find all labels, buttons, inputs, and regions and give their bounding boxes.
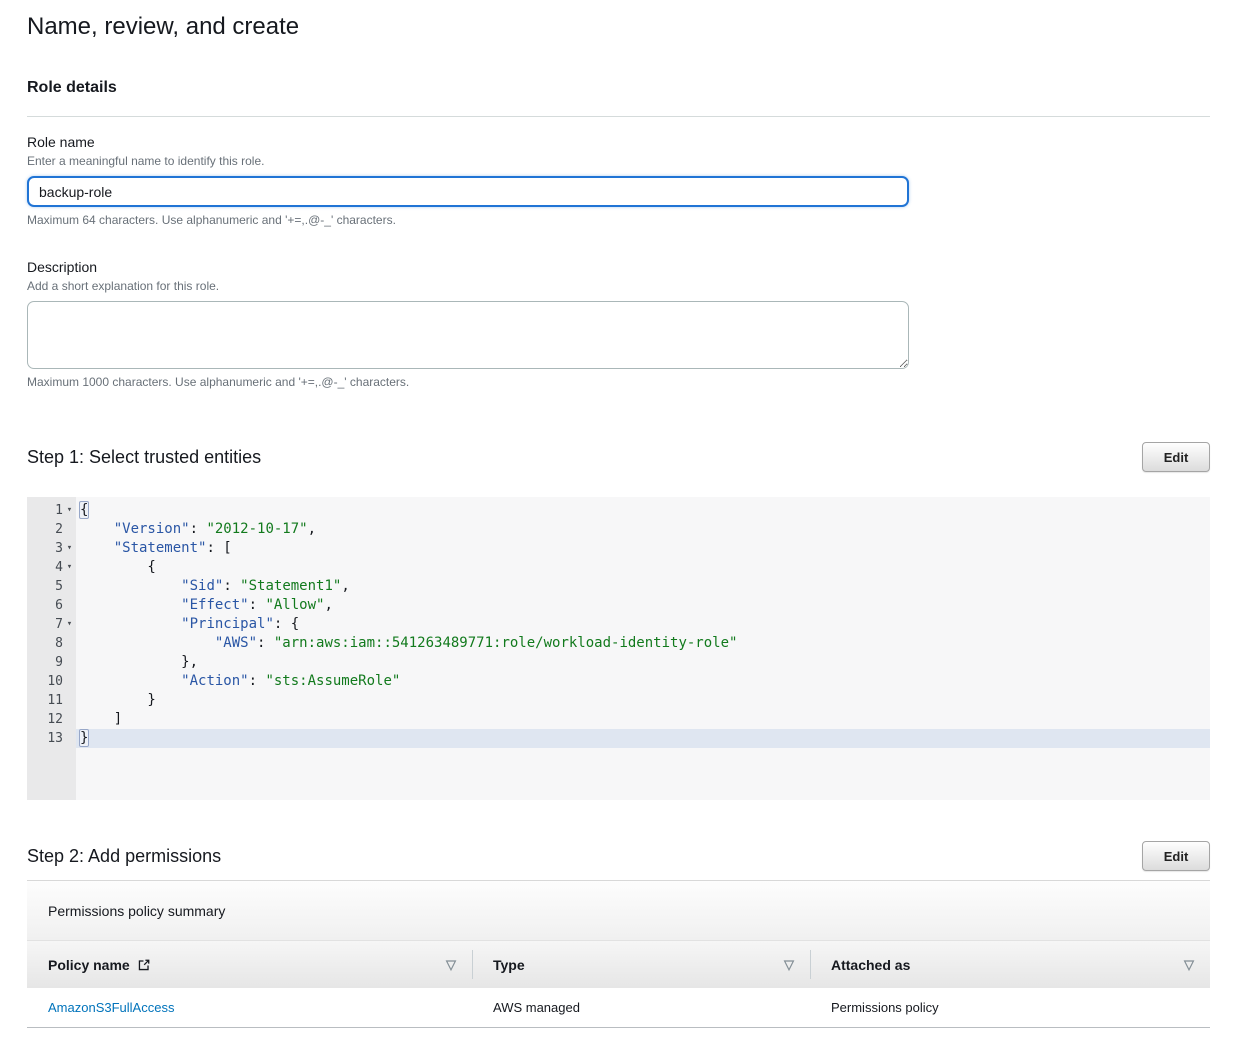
role-name-label: Role name [27, 134, 1210, 151]
line-number: 4 [27, 558, 63, 577]
role-name-constraint: Maximum 64 characters. Use alphanumeric … [27, 213, 1210, 228]
code-line-1[interactable]: 1▾{ [27, 501, 1210, 520]
page-title: Name, review, and create [27, 10, 1210, 44]
section-divider [27, 116, 1210, 117]
trust-policy-editor[interactable]: 1▾{2 "Version": "2012-10-17",3▾ "Stateme… [27, 497, 1210, 800]
line-number: 10 [27, 672, 63, 691]
step1-header: Step 1: Select trusted entities Edit [27, 442, 1210, 472]
step2-title: Step 2: Add permissions [27, 845, 221, 867]
code-line-3[interactable]: 3▾ "Statement": [ [27, 539, 1210, 558]
fold-icon[interactable]: ▾ [63, 615, 76, 634]
code-line-11[interactable]: 11 } [27, 691, 1210, 710]
code-text: "Version": "2012-10-17", [76, 520, 316, 539]
column-header-policy-name[interactable]: Policy name ▽ [27, 941, 472, 988]
code-text: } [76, 691, 156, 710]
policy-type-cell: AWS managed [472, 1000, 810, 1015]
line-number: 3 [27, 539, 63, 558]
code-line-6[interactable]: 6 "Effect": "Allow", [27, 596, 1210, 615]
code-text: "Action": "sts:AssumeRole" [76, 672, 400, 691]
code-line-5[interactable]: 5 "Sid": "Statement1", [27, 577, 1210, 596]
line-number: 11 [27, 691, 63, 710]
step2-header: Step 2: Add permissions Edit [27, 841, 1210, 871]
code-text: { [76, 558, 156, 577]
policy-name-cell: AmazonS3FullAccess [27, 1000, 472, 1015]
code-line-9[interactable]: 9 }, [27, 653, 1210, 672]
description-input[interactable] [27, 301, 909, 369]
description-constraint: Maximum 1000 characters. Use alphanumeri… [27, 375, 1210, 390]
code-text: "Statement": [ [76, 539, 232, 558]
name-review-create-page: Name, review, and create Role details Ro… [0, 0, 1242, 1048]
code-text: { [76, 501, 88, 520]
code-text: ] [76, 710, 122, 729]
fold-spacer [63, 710, 76, 729]
line-number: 5 [27, 577, 63, 596]
code-line-10[interactable]: 10 "Action": "sts:AssumeRole" [27, 672, 1210, 691]
code-line-8[interactable]: 8 "AWS": "arn:aws:iam::541263489771:role… [27, 634, 1210, 653]
role-name-help: Enter a meaningful name to identify this… [27, 154, 1210, 169]
code-text: "AWS": "arn:aws:iam::541263489771:role/w… [76, 634, 737, 653]
line-number: 7 [27, 615, 63, 634]
code-text: }, [76, 653, 198, 672]
sort-icon[interactable]: ▽ [1184, 957, 1194, 973]
step1-title: Step 1: Select trusted entities [27, 446, 261, 468]
code-line-4[interactable]: 4▾ { [27, 558, 1210, 577]
sort-icon[interactable]: ▽ [446, 957, 456, 973]
external-link-icon [137, 958, 151, 972]
fold-spacer [63, 672, 76, 691]
description-label: Description [27, 259, 1210, 276]
code-line-12[interactable]: 12 ] [27, 710, 1210, 729]
sort-icon[interactable]: ▽ [784, 957, 794, 973]
line-number: 6 [27, 596, 63, 615]
fold-spacer [63, 596, 76, 615]
description-help: Add a short explanation for this role. [27, 279, 1210, 294]
fold-spacer [63, 634, 76, 653]
line-number: 12 [27, 710, 63, 729]
fold-icon[interactable]: ▾ [63, 501, 76, 520]
role-name-field: Role name Enter a meaningful name to ide… [27, 134, 1210, 228]
column-header-attached-as[interactable]: Attached as ▽ [810, 941, 1210, 988]
policy-attached-as-cell: Permissions policy [810, 1000, 1210, 1015]
line-number: 1 [27, 501, 63, 520]
permissions-summary-panel: Permissions policy summary Policy name ▽… [27, 880, 1210, 1028]
line-number: 2 [27, 520, 63, 539]
code-text: "Principal": { [76, 615, 299, 634]
code-line-7[interactable]: 7▾ "Principal": { [27, 615, 1210, 634]
code-text: "Effect": "Allow", [76, 596, 333, 615]
fold-spacer [63, 691, 76, 710]
fold-icon[interactable]: ▾ [63, 558, 76, 577]
line-number: 9 [27, 653, 63, 672]
step1-edit-button[interactable]: Edit [1142, 442, 1210, 472]
fold-spacer [63, 577, 76, 596]
code-line-2[interactable]: 2 "Version": "2012-10-17", [27, 520, 1210, 539]
code-line-13[interactable]: 13} [27, 729, 1210, 748]
fold-spacer [63, 729, 76, 748]
step2-edit-button[interactable]: Edit [1142, 841, 1210, 871]
permissions-summary-title: Permissions policy summary [27, 881, 1210, 940]
table-header-row: Policy name ▽ Type ▽ Attached as ▽ [27, 940, 1210, 988]
code-text: } [76, 729, 88, 748]
fold-spacer [63, 653, 76, 672]
fold-icon[interactable]: ▾ [63, 539, 76, 558]
role-name-input[interactable] [27, 176, 909, 207]
policy-name-link[interactable]: AmazonS3FullAccess [48, 1000, 174, 1015]
column-header-type[interactable]: Type ▽ [472, 941, 810, 988]
table-row: AmazonS3FullAccess AWS managedPermissions… [27, 988, 1210, 1028]
code-text: "Sid": "Statement1", [76, 577, 350, 596]
line-number: 13 [27, 729, 63, 748]
fold-spacer [63, 520, 76, 539]
line-number: 8 [27, 634, 63, 653]
description-field: Description Add a short explanation for … [27, 259, 1210, 390]
role-details-heading: Role details [27, 78, 1210, 97]
